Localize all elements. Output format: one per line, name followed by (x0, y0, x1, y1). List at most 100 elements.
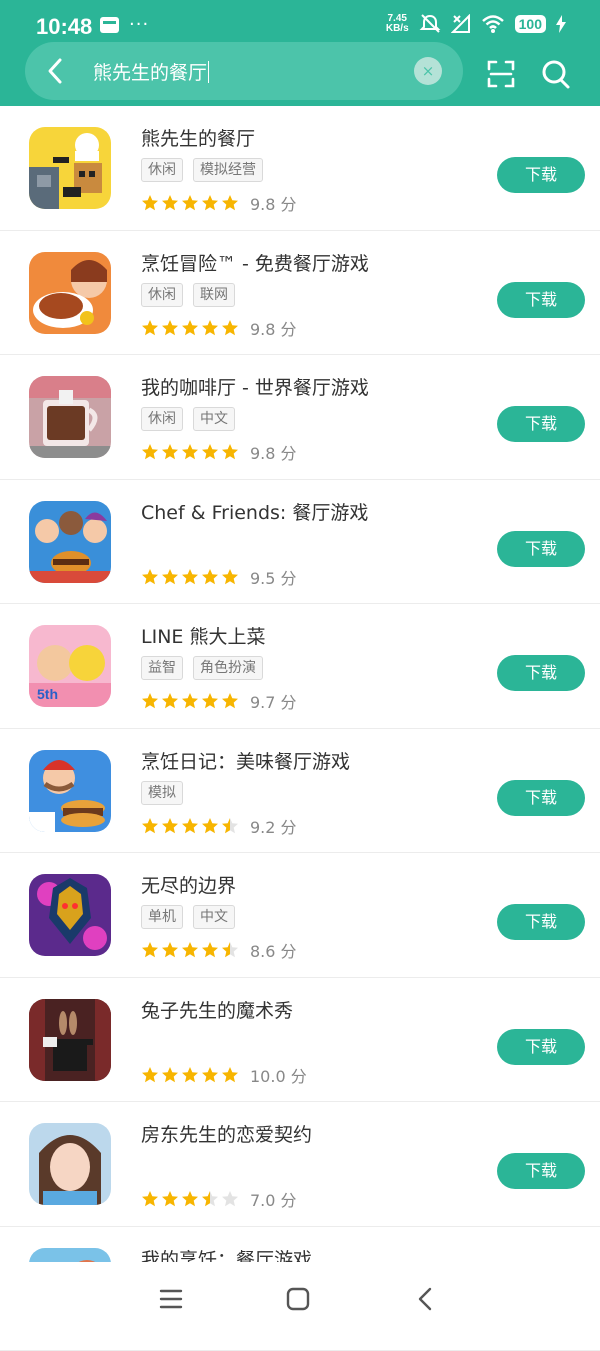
app-tags: 休闲 中文 (141, 407, 235, 431)
app-rating: 9.8 分 (141, 191, 297, 215)
app-name[interactable]: LINE 熊大上菜 (141, 622, 265, 649)
clear-search-button[interactable]: × (414, 57, 442, 85)
scan-icon[interactable] (487, 60, 515, 88)
network-speed: 7.45 KB/s (386, 14, 409, 34)
rating-score: 9.8 分 (250, 316, 297, 340)
list-item[interactable]: 无尽的边界 单机 中文 8.6 分 下载 (0, 853, 600, 978)
app-name[interactable]: 房东先生的恋爱契约 (141, 1120, 312, 1147)
search-bar[interactable]: 熊先生的餐厅 × (25, 42, 463, 100)
app-name[interactable]: 我的咖啡厅 - 世界餐厅游戏 (141, 373, 369, 400)
app-tag: 角色扮演 (193, 656, 263, 680)
app-rating: 9.8 分 (141, 316, 297, 340)
rating-score: 7.0 分 (250, 1187, 297, 1211)
star-full-icon (181, 1066, 199, 1084)
star-full-icon (161, 692, 179, 710)
list-item[interactable]: Chef & Friends: 餐厅游戏 9.5 分 下载 (0, 480, 600, 605)
star-full-icon (181, 194, 199, 212)
app-rating: 7.0 分 (141, 1187, 297, 1211)
download-button[interactable]: 下载 (497, 1029, 585, 1065)
back-icon[interactable] (411, 1284, 441, 1314)
rating-score: 9.7 分 (250, 689, 297, 713)
star-full-icon (201, 941, 219, 959)
list-item[interactable]: 房东先生的恋爱契约 7.0 分 下载 (0, 1102, 600, 1227)
search-icon[interactable] (541, 58, 571, 90)
app-name[interactable]: 烹饪冒险™ - 免费餐厅游戏 (141, 249, 369, 276)
app-name[interactable]: 熊先生的餐厅 (141, 124, 255, 151)
download-button[interactable]: 下载 (497, 1153, 585, 1189)
rating-score: 9.5 分 (250, 565, 297, 589)
download-button[interactable]: 下载 (497, 904, 585, 940)
app-tags: 单机 中文 (141, 905, 235, 929)
star-full-icon (221, 568, 239, 586)
app-tag: 中文 (193, 407, 235, 431)
app-name[interactable]: 无尽的边界 (141, 871, 236, 898)
app-tags: 模拟 (141, 781, 183, 805)
list-item[interactable]: 烹饪冒险™ - 免费餐厅游戏 休闲 联网 9.8 分 下载 (0, 231, 600, 356)
star-full-icon (161, 1190, 179, 1208)
star-full-icon (181, 941, 199, 959)
app-icon-my-cafe[interactable] (29, 376, 111, 458)
list-item[interactable]: 5th LINE 熊大上菜 益智 角色扮演 9.7 分 下载 (0, 604, 600, 729)
list-item[interactable]: 我的咖啡厅 - 世界餐厅游戏 休闲 中文 9.8 分 下载 (0, 355, 600, 480)
home-icon[interactable] (283, 1284, 313, 1314)
star-rating (141, 1066, 239, 1084)
system-nav-bar (0, 1262, 600, 1333)
rating-score: 8.6 分 (250, 938, 297, 962)
star-full-icon (141, 568, 159, 586)
app-name[interactable]: 烹饪日记：美味餐厅游戏 (141, 747, 350, 774)
star-rating (141, 1190, 239, 1208)
star-full-icon (161, 817, 179, 835)
star-full-icon (161, 941, 179, 959)
back-arrow-icon[interactable] (41, 56, 71, 86)
rating-score: 9.8 分 (250, 191, 297, 215)
list-item[interactable]: 熊先生的餐厅 休闲 模拟经营 9.8 分 下载 (0, 106, 600, 231)
menu-icon[interactable] (156, 1284, 186, 1314)
star-full-icon (161, 568, 179, 586)
more-notifications-icon: ··· (129, 18, 149, 32)
app-icon-cooking-adventure[interactable] (29, 252, 111, 334)
app-tag: 益智 (141, 656, 183, 680)
status-time: 10:48 (36, 14, 92, 40)
app-icon-landlord-contract[interactable] (29, 1123, 111, 1205)
app-icon-rabbit-magic-show[interactable] (29, 999, 111, 1081)
star-full-icon (181, 443, 199, 461)
star-full-icon (161, 194, 179, 212)
download-button[interactable]: 下载 (497, 780, 585, 816)
star-half-icon (201, 1190, 219, 1208)
download-button[interactable]: 下载 (497, 282, 585, 318)
star-full-icon (221, 194, 239, 212)
star-full-icon (161, 319, 179, 337)
app-tag: 联网 (193, 283, 235, 307)
app-name[interactable]: Chef & Friends: 餐厅游戏 (141, 498, 368, 525)
star-full-icon (141, 941, 159, 959)
download-button[interactable]: 下载 (497, 406, 585, 442)
charging-icon (556, 15, 566, 33)
download-button[interactable]: 下载 (497, 655, 585, 691)
app-rating: 9.8 分 (141, 440, 297, 464)
app-tags: 休闲 模拟经营 (141, 158, 263, 182)
app-icon-cooking-diary[interactable] (29, 750, 111, 832)
star-empty-icon (221, 1190, 239, 1208)
app-icon-endless-frontier[interactable] (29, 874, 111, 956)
app-rating: 9.5 分 (141, 565, 297, 589)
download-button[interactable]: 下载 (497, 157, 585, 193)
star-rating (141, 319, 239, 337)
search-results-list: 熊先生的餐厅 休闲 模拟经营 9.8 分 下载 烹饪冒险™ - 免费餐厅游戏 休… (0, 106, 600, 1351)
download-button[interactable]: 下载 (497, 531, 585, 567)
app-icon-chef-friends[interactable] (29, 501, 111, 583)
app-icon-line-brown-chef[interactable]: 5th (29, 625, 111, 707)
app-icon-bear-restaurant[interactable] (29, 127, 111, 209)
no-signal-icon (451, 14, 471, 34)
list-item[interactable]: 兔子先生的魔术秀 10.0 分 下载 (0, 978, 600, 1103)
list-item[interactable]: 烹饪日记：美味餐厅游戏 模拟 9.2 分 下载 (0, 729, 600, 854)
star-full-icon (201, 194, 219, 212)
app-tag: 休闲 (141, 283, 183, 307)
app-name[interactable]: 兔子先生的魔术秀 (141, 996, 293, 1023)
app-tag: 休闲 (141, 158, 183, 182)
star-full-icon (201, 443, 219, 461)
star-full-icon (161, 443, 179, 461)
app-tags: 休闲 联网 (141, 283, 235, 307)
star-half-icon (221, 817, 239, 835)
search-input[interactable]: 熊先生的餐厅 (93, 58, 209, 85)
rating-score: 9.8 分 (250, 440, 297, 464)
